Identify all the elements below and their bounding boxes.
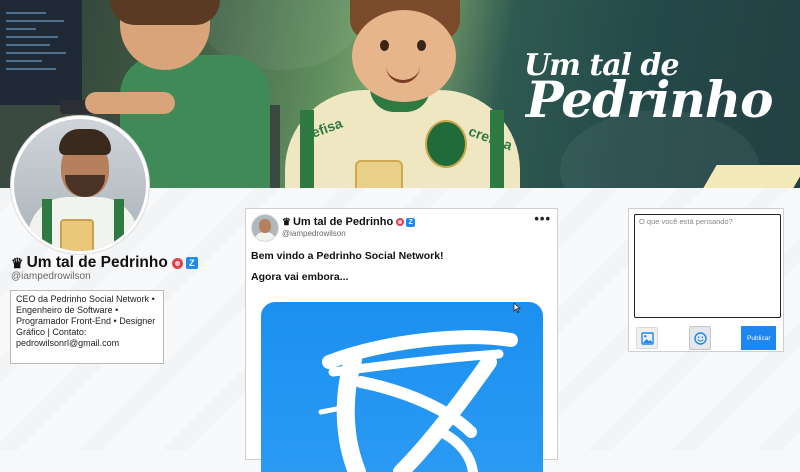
post-composer: Publicar: [628, 208, 784, 352]
post-text-line1: Bem vindo a Pedrinho Social Network!: [251, 250, 444, 262]
badge-icon: [396, 218, 405, 226]
banner-title-line2: Pedrinho: [526, 70, 773, 129]
verified-icon: Z: [185, 257, 198, 269]
verified-icon: Z: [406, 217, 416, 227]
crown-icon: ♛: [11, 254, 24, 271]
post-image[interactable]: [261, 302, 543, 472]
badge-icon: [171, 257, 183, 269]
banner-crest: [425, 120, 467, 168]
add-image-button[interactable]: [636, 327, 658, 349]
banner-figure-left-arm: [85, 92, 175, 114]
crown-icon: ♛: [282, 216, 291, 228]
banner-corner-accent: [703, 165, 800, 188]
pedrinho-logo-icon: [318, 330, 518, 472]
banner-monitor: [0, 0, 82, 105]
post-card: ♛ Um tal de Pedrinho Z @iampedrowilson •…: [245, 208, 558, 472]
post-author-avatar[interactable]: [251, 214, 279, 242]
banner-mug: [355, 160, 403, 188]
banner-figure-left-hair: [110, 0, 220, 25]
post-author-handle: @iampedrowilson: [282, 229, 346, 238]
composer-textarea[interactable]: [634, 214, 781, 318]
publish-button[interactable]: Publicar: [741, 326, 776, 350]
banner-figure-center-head: [352, 10, 456, 102]
profile-handle: @iampedrowilson: [11, 271, 91, 282]
post-menu-button[interactable]: •••: [534, 211, 551, 226]
image-icon: [640, 331, 654, 345]
post-text-line2: Agora vai embora...: [251, 271, 349, 283]
cursor-icon: [513, 303, 521, 313]
post-author-name[interactable]: ♛ Um tal de Pedrinho Z: [282, 216, 416, 228]
profile-bio: CEO da Pedrinho Social Network • Engenhe…: [10, 290, 164, 364]
emoji-icon: [693, 331, 707, 345]
profile-avatar[interactable]: [11, 116, 149, 254]
profile-name-text: Um tal de Pedrinho: [26, 254, 168, 271]
profile-name: ♛ Um tal de Pedrinho Z: [11, 254, 198, 272]
post-author-name-text: Um tal de Pedrinho: [292, 216, 394, 228]
add-emoji-button[interactable]: [689, 326, 711, 350]
